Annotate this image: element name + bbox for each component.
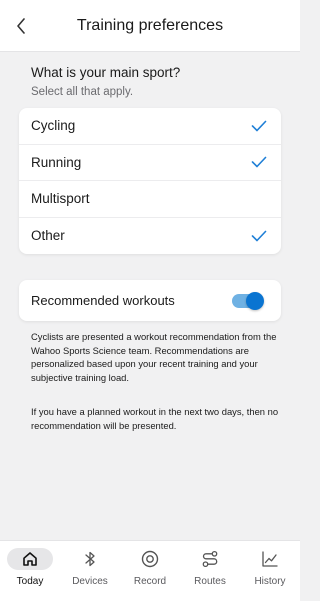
chevron-left-icon bbox=[16, 18, 26, 34]
sport-option-label: Cycling bbox=[31, 118, 76, 134]
sport-question: What is your main sport? bbox=[31, 65, 181, 80]
home-icon bbox=[22, 551, 38, 567]
sport-option-cycling[interactable]: Cycling bbox=[19, 108, 281, 145]
tab-label: Routes bbox=[194, 576, 226, 587]
record-icon bbox=[141, 550, 159, 568]
recommended-workouts-toggle[interactable] bbox=[232, 291, 264, 310]
recommended-workouts-row: Recommended workouts bbox=[19, 280, 281, 321]
sport-hint: Select all that apply. bbox=[31, 86, 134, 98]
checkmark-icon bbox=[251, 230, 267, 242]
tab-label: History bbox=[254, 576, 286, 587]
tab-history[interactable]: History bbox=[240, 541, 300, 601]
route-icon bbox=[201, 550, 219, 568]
bluetooth-icon bbox=[83, 550, 97, 568]
sport-option-label: Multisport bbox=[31, 191, 90, 207]
recommendation-description: Cyclists are presented a workout recomme… bbox=[31, 331, 277, 383]
chart-icon bbox=[261, 550, 279, 568]
page-title: Training preferences bbox=[76, 16, 224, 34]
tab-label: Devices bbox=[72, 576, 108, 587]
header: Training preferences bbox=[0, 0, 300, 52]
bottom-tab-bar: Today Devices Record Routes History bbox=[0, 540, 300, 601]
sport-option-multisport[interactable]: Multisport bbox=[19, 181, 281, 218]
tab-label: Record bbox=[133, 576, 167, 587]
sport-option-label: Other bbox=[31, 228, 65, 244]
sport-options-list: Cycling Running Multisport Other bbox=[19, 108, 281, 254]
tab-routes[interactable]: Routes bbox=[180, 541, 240, 601]
planned-workout-note: If you have a planned workout in the nex… bbox=[31, 406, 279, 431]
toggle-knob bbox=[246, 291, 264, 310]
sport-option-running[interactable]: Running bbox=[19, 145, 281, 181]
checkmark-icon bbox=[251, 120, 267, 132]
recommended-workouts-label: Recommended workouts bbox=[31, 293, 175, 308]
tab-today[interactable]: Today bbox=[0, 541, 60, 601]
back-button[interactable] bbox=[10, 14, 32, 38]
tab-record[interactable]: Record bbox=[120, 541, 180, 601]
sport-option-other[interactable]: Other bbox=[19, 218, 281, 255]
tab-devices[interactable]: Devices bbox=[60, 541, 120, 601]
checkmark-icon bbox=[251, 156, 267, 168]
tab-label: Today bbox=[16, 576, 44, 587]
sport-option-label: Running bbox=[31, 154, 82, 170]
